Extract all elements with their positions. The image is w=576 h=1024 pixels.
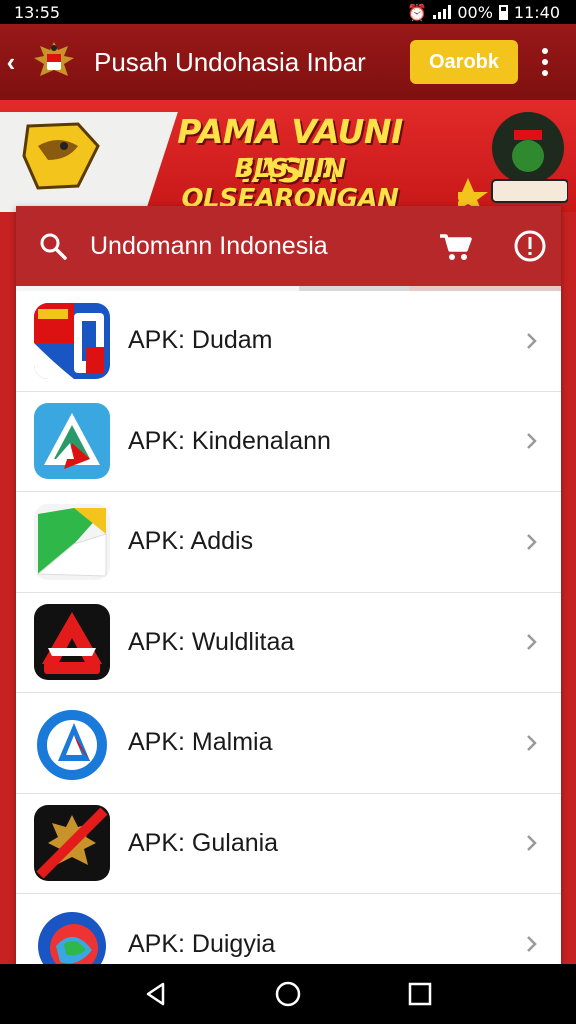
back-icon[interactable]: ‹ (0, 24, 22, 100)
list-item-label: APK: Malmia (128, 728, 273, 757)
globe-app-icon (34, 906, 110, 964)
garuda-emblem-icon (34, 42, 74, 76)
chevron-right-icon (527, 634, 537, 651)
chevron-right-icon (527, 936, 537, 953)
nav-back-icon[interactable] (141, 979, 171, 1009)
app-list: APK: Dudam APK: Kindenalann APK: Addis A… (16, 291, 561, 964)
list-item[interactable]: APK: Dudam (16, 291, 561, 392)
chevron-right-icon (527, 533, 537, 550)
blue-ring-app-icon (34, 704, 110, 781)
cart-icon[interactable] (437, 228, 473, 264)
list-item-label: APK: Wuldlitaa (128, 627, 295, 656)
chevron-right-icon (527, 835, 537, 852)
list-item[interactable]: APK: Duigyia (16, 894, 561, 964)
status-indicators: ⏰ 00% 11:40 (407, 3, 560, 22)
list-item[interactable]: APK: Malmia (16, 693, 561, 794)
list-item[interactable]: APK: Gulania (16, 794, 561, 894)
list-item[interactable]: APK: Kindenalann (16, 392, 561, 492)
garuda-art-icon (22, 122, 100, 190)
nav-home-icon[interactable] (273, 979, 303, 1009)
overflow-menu-icon[interactable] (536, 48, 554, 76)
list-item-label: APK: Dudam (128, 326, 273, 355)
action-pill-button[interactable]: Oarobk (410, 40, 518, 84)
list-item-label: APK: Duigyia (128, 929, 276, 958)
system-nav-bar (0, 964, 576, 1024)
emblem-app-icon (34, 805, 110, 882)
alarm-icon: ⏰ (407, 2, 428, 22)
green-arrow-app-icon (34, 503, 110, 580)
app-bar: ‹ Pusah Undohasia Inbar Oarobk (0, 24, 576, 100)
battery-percent: 00% (457, 2, 493, 22)
status-time: 13:55 (14, 2, 61, 22)
chevron-right-icon (527, 433, 537, 450)
red-a-app-icon (34, 604, 110, 681)
nav-recents-icon[interactable] (405, 979, 435, 1009)
signal-icon (433, 5, 452, 19)
list-item-label: APK: Addis (128, 527, 254, 556)
chevron-right-icon (527, 332, 537, 349)
chevron-right-icon (527, 734, 537, 751)
delta-app-icon (34, 403, 110, 480)
battery-icon (498, 4, 508, 20)
side-decoration-right (560, 212, 576, 964)
alert-icon[interactable] (513, 229, 547, 263)
search-icon[interactable] (38, 231, 68, 261)
list-item-label: APK: Gulania (128, 828, 279, 857)
list-item-label: APK: Kindenalann (128, 426, 331, 455)
promo-banner[interactable]: PAMA VAUNI IASIA BLS IIIN OLSEARONGAN (0, 100, 576, 212)
status-bar: 13:55 ⏰ 00% 11:40 (0, 0, 576, 24)
app-title: Pusah Undohasia Inbar (94, 46, 366, 77)
list-item[interactable]: APK: Wuldlitaa (16, 593, 561, 693)
mascot-art-icon (458, 112, 568, 212)
search-query[interactable]: Undomann Indonesia (90, 232, 437, 261)
status-time-right: 11:40 (513, 2, 560, 22)
search-bar[interactable]: Undomann Indonesia (16, 206, 561, 286)
app-list-panel: Undomann Indonesia APK: Dudam APK: Kinde… (16, 206, 561, 964)
flag-app-icon (34, 302, 110, 379)
list-item[interactable]: APK: Addis (16, 492, 561, 593)
banner-subheadline: BLS IIIN OLSEARONGAN (181, 154, 399, 212)
